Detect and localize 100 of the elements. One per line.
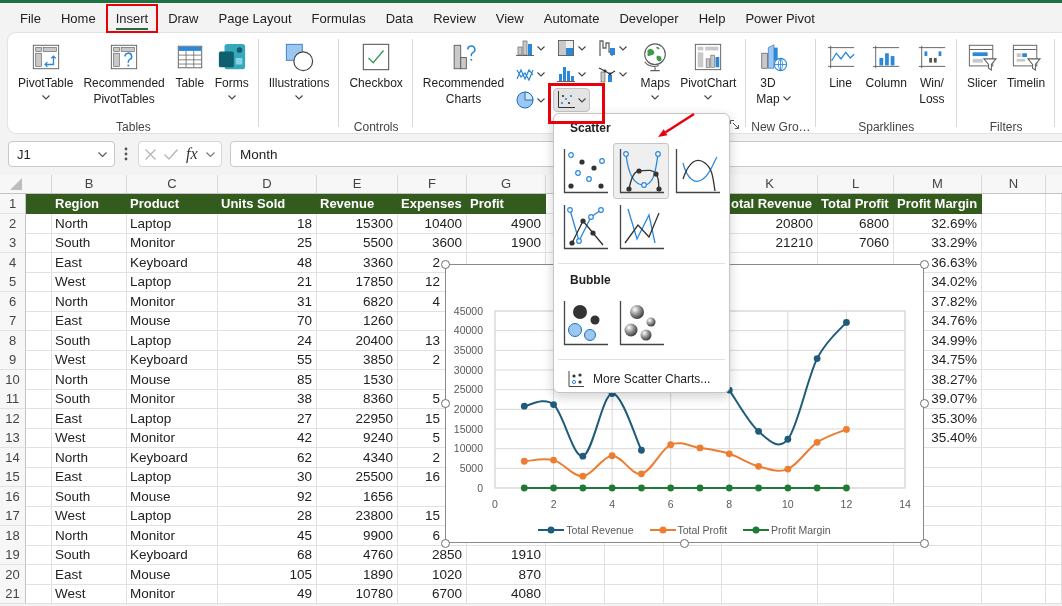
recommended-charts-button[interactable]: Recommended Charts bbox=[417, 37, 510, 117]
empty-cell bbox=[982, 506, 1046, 526]
map-3d-button[interactable]: 3D Map bbox=[751, 37, 796, 117]
resize-handle[interactable] bbox=[440, 538, 450, 548]
row-header[interactable]: 14 bbox=[0, 447, 26, 468]
menu-tab[interactable]: Home bbox=[50, 4, 106, 33]
maps-button[interactable]: Maps bbox=[635, 37, 676, 117]
smooth-lines-icon bbox=[674, 148, 720, 194]
row-header[interactable]: 5 bbox=[0, 272, 26, 292]
name-box[interactable]: J1 bbox=[8, 141, 115, 167]
resize-handle[interactable] bbox=[919, 259, 929, 269]
win-loss-sparkline-button[interactable]: Win/ Loss bbox=[911, 37, 952, 117]
row-header[interactable]: 17 bbox=[0, 506, 26, 526]
chart-type-button[interactable] bbox=[553, 88, 591, 112]
row-header[interactable]: 11 bbox=[0, 389, 26, 409]
forms-button[interactable]: Forms bbox=[209, 37, 254, 117]
menu-tab[interactable]: View bbox=[485, 4, 534, 33]
col-header[interactable]: G bbox=[467, 175, 546, 193]
table-cell: 6700 bbox=[398, 584, 467, 604]
pivot-chart-button[interactable]: PivotChart bbox=[675, 37, 742, 117]
empty-cell bbox=[1046, 545, 1062, 565]
menu-tab[interactable]: Formulas bbox=[301, 4, 376, 33]
menu-tab[interactable]: Help bbox=[688, 4, 736, 33]
timeline-button[interactable]: Timelin bbox=[1001, 37, 1051, 117]
table-cell: 10400 bbox=[398, 213, 467, 234]
empty-cell bbox=[982, 408, 1046, 429]
dialog-launcher-icon[interactable] bbox=[730, 120, 740, 129]
table-cell: 5500 bbox=[317, 233, 398, 253]
menu-tab[interactable]: Draw bbox=[158, 4, 209, 33]
smooth-lines-markers-icon bbox=[618, 148, 664, 194]
row-header[interactable]: 13 bbox=[0, 428, 26, 448]
pivot-table-button[interactable]: PivotTable bbox=[13, 37, 79, 117]
table-cell: 25 bbox=[218, 233, 317, 253]
row-header[interactable]: 16 bbox=[0, 486, 26, 507]
empty-cell bbox=[982, 369, 1046, 390]
table-cell: South bbox=[52, 486, 127, 507]
check-icon[interactable] bbox=[164, 148, 178, 160]
table-cell: Laptop bbox=[127, 506, 218, 526]
table-cell: Monitor bbox=[127, 428, 218, 448]
col-header[interactable]: D bbox=[218, 175, 317, 193]
row-header[interactable]: 8 bbox=[0, 330, 26, 351]
row-header[interactable]: 2 bbox=[0, 213, 26, 234]
straight-lines-markers-icon bbox=[562, 204, 608, 250]
col-header[interactable]: C bbox=[127, 175, 218, 193]
illustrations-button[interactable]: Illustrations bbox=[263, 37, 335, 117]
row-header[interactable]: 10 bbox=[0, 369, 26, 390]
menu-tab[interactable]: File bbox=[10, 4, 51, 33]
line-sparkline-button[interactable]: Line bbox=[820, 37, 861, 117]
row-header[interactable]: 3 bbox=[0, 233, 26, 253]
checkbox-icon bbox=[361, 42, 392, 72]
col-header[interactable]: F bbox=[398, 175, 467, 193]
header-cell: Units Sold bbox=[218, 194, 317, 214]
row-header[interactable]: 12 bbox=[0, 408, 26, 429]
menu-tab[interactable]: Insert bbox=[105, 4, 159, 33]
table-cell: 1900 bbox=[467, 233, 546, 253]
caret-icon bbox=[537, 97, 546, 103]
row-header[interactable]: 21 bbox=[0, 584, 26, 604]
table-button[interactable]: Table bbox=[169, 37, 210, 117]
row-header[interactable]: 4 bbox=[0, 252, 26, 273]
header-cell: Expenses bbox=[398, 194, 467, 214]
row-header[interactable]: 15 bbox=[0, 467, 26, 487]
row-header[interactable]: 9 bbox=[0, 350, 26, 370]
resize-handle[interactable] bbox=[440, 259, 450, 269]
menu-tab[interactable]: Automate bbox=[533, 4, 610, 33]
empty-cell bbox=[1046, 233, 1062, 253]
col-header[interactable]: B bbox=[52, 175, 127, 193]
slicer-button[interactable]: Slicer bbox=[961, 37, 1002, 117]
chevron-icon[interactable] bbox=[205, 151, 215, 157]
menu-tab[interactable]: Page Layout bbox=[208, 4, 302, 33]
caret-icon bbox=[537, 71, 546, 77]
more-options-icon[interactable] bbox=[124, 147, 128, 161]
menu-tab[interactable]: Developer bbox=[609, 4, 689, 33]
col-header[interactable]: M bbox=[894, 175, 982, 193]
table-cell: 1656 bbox=[317, 486, 398, 507]
table-cell: 4340 bbox=[317, 447, 398, 468]
row-header[interactable]: 6 bbox=[0, 291, 26, 312]
row-header[interactable]: 1 bbox=[0, 194, 26, 214]
col-header[interactable]: N bbox=[982, 175, 1046, 193]
row-header[interactable]: 19 bbox=[0, 545, 26, 565]
menu-tab[interactable]: Power Pivot bbox=[735, 4, 825, 33]
column-sparkline-button[interactable]: Column bbox=[860, 37, 912, 117]
recommended-pivot-tables-button[interactable]: Recommended PivotTables bbox=[78, 37, 170, 117]
col-header[interactable]: L bbox=[818, 175, 894, 193]
checkbox-button[interactable]: Checkbox bbox=[344, 37, 408, 117]
table-cell: Monitor bbox=[127, 584, 218, 604]
resize-handle[interactable] bbox=[919, 538, 929, 548]
resize-handle[interactable] bbox=[440, 399, 450, 408]
table-cell: North bbox=[52, 447, 127, 468]
menu-tab[interactable]: Review bbox=[423, 4, 486, 33]
resize-handle[interactable] bbox=[919, 399, 929, 408]
col-header[interactable]: E bbox=[317, 175, 398, 193]
table-cell: 1530 bbox=[317, 369, 398, 390]
more-charts-item[interactable]: More Scatter Charts... bbox=[554, 368, 729, 390]
row-header[interactable]: 18 bbox=[0, 525, 26, 546]
menu-tab[interactable]: Data bbox=[375, 4, 424, 33]
resize-handle[interactable] bbox=[680, 538, 689, 548]
row-header[interactable]: 20 bbox=[0, 564, 26, 585]
row-header[interactable]: 7 bbox=[0, 311, 26, 331]
treemap-icon bbox=[557, 39, 576, 57]
insert-function-button[interactable]: fx bbox=[186, 145, 198, 163]
